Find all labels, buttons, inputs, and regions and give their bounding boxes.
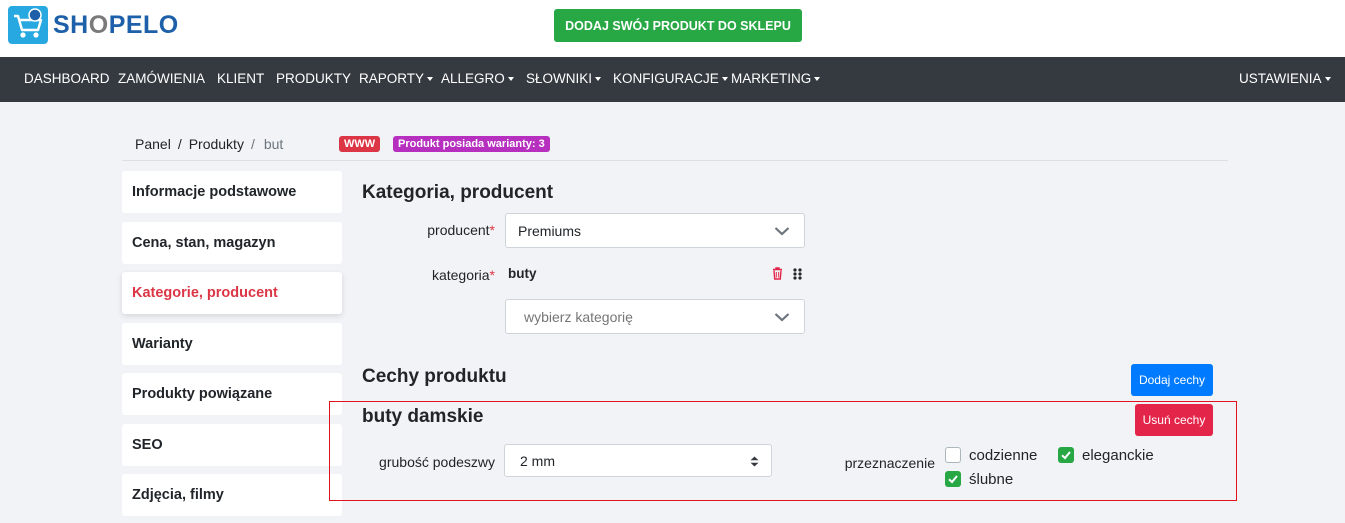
header-divider xyxy=(122,160,1228,161)
nav-allegro[interactable]: ALLEGRO xyxy=(441,71,514,86)
chevron-down-icon xyxy=(774,226,790,235)
sidebar-item-basic-info[interactable]: Informacje podstawowe xyxy=(122,171,342,213)
check-icon xyxy=(1061,451,1071,460)
add-product-button[interactable]: DODAJ SWÓJ PRODUKT DO SKLEPU xyxy=(554,9,802,42)
sidebar-item-label: SEO xyxy=(132,437,163,453)
nav-dictionaries[interactable]: SŁOWNIKI xyxy=(526,71,602,86)
sole-thickness-value: 2 mm xyxy=(520,452,555,469)
caret-down-icon xyxy=(427,77,434,82)
checkbox-elegant-label[interactable]: eleganckie xyxy=(1082,447,1154,464)
nav-settings[interactable]: USTAWIENIA xyxy=(1239,71,1331,86)
checkbox-daily-label[interactable]: codzienne xyxy=(969,447,1037,464)
caret-down-icon xyxy=(507,77,514,82)
sidebar-item-categories[interactable]: Kategorie, producent xyxy=(122,272,342,314)
sidebar-item-label: Warianty xyxy=(132,336,193,352)
required-mark: * xyxy=(489,222,495,238)
caret-down-icon xyxy=(1324,77,1331,82)
features-title: Cechy produktu xyxy=(362,366,507,387)
breadcrumb: Panel / Produkty / but xyxy=(135,136,283,152)
sidebar-item-label: Produkty powiązane xyxy=(132,386,273,402)
caret-down-icon xyxy=(721,77,728,82)
category-label: kategoria* xyxy=(431,267,495,283)
breadcrumb-current: but xyxy=(263,136,284,152)
shopelo-logo[interactable]: SHOPELO xyxy=(8,6,179,44)
sidebar-item-label: Cena, stan, magazyn xyxy=(132,235,276,251)
producer-label: producent* xyxy=(427,222,495,238)
nav-configurations[interactable]: KONFIGURACJE xyxy=(613,71,728,86)
nav-marketing[interactable]: MARKETING xyxy=(731,71,821,86)
check-icon xyxy=(948,475,958,484)
checkbox-elegant[interactable] xyxy=(1058,447,1074,463)
category-placeholder: wybierz kategorię xyxy=(524,308,633,325)
checkbox-wedding-label[interactable]: ślubne xyxy=(969,471,1013,488)
variants-badge: Produkt posiada warianty: 3 xyxy=(393,136,550,152)
checkbox-wedding[interactable] xyxy=(945,471,961,487)
sidebar-item-media[interactable]: Zdjęcia, filmy xyxy=(122,474,342,516)
purpose-label: przeznaczenie xyxy=(844,455,935,471)
category-select[interactable]: wybierz kategorię xyxy=(505,299,805,334)
chevron-down-icon xyxy=(774,312,790,321)
nav-dashboard[interactable]: DASHBOARD xyxy=(24,71,110,86)
breadcrumb-panel[interactable]: Panel xyxy=(135,136,171,152)
cart-icon xyxy=(8,6,48,44)
breadcrumb-products[interactable]: Produkty xyxy=(189,136,244,152)
sidebar-item-seo[interactable]: SEO xyxy=(122,424,342,466)
select-arrows-icon xyxy=(750,456,759,467)
caret-down-icon xyxy=(595,77,602,82)
checkbox-daily[interactable] xyxy=(945,447,961,463)
remove-features-button[interactable]: Usuń cechy xyxy=(1135,404,1213,436)
nav-orders[interactable]: ZAMÓWIENIA xyxy=(118,71,205,86)
drag-handle-icon[interactable] xyxy=(793,268,802,280)
selected-category: buty xyxy=(508,266,537,281)
section-title: Kategoria, producent xyxy=(362,182,554,203)
sidebar-item-label: Informacje podstawowe xyxy=(132,184,297,200)
sole-thickness-label: grubość podeszwy xyxy=(379,454,495,470)
nav-products[interactable]: PRODUKTY xyxy=(276,71,351,86)
sidebar-item-label: Zdjęcia, filmy xyxy=(132,487,224,503)
www-badge: WWW xyxy=(339,136,381,152)
logo-text: SHOPELO xyxy=(53,10,179,39)
producer-value: Premiums xyxy=(518,222,582,239)
breadcrumb-separator: / xyxy=(250,136,255,152)
nav-reports[interactable]: RAPORTY xyxy=(359,71,434,86)
sole-thickness-select[interactable]: 2 mm xyxy=(504,444,772,477)
sidebar-item-related[interactable]: Produkty powiązane xyxy=(122,373,342,415)
breadcrumb-separator: / xyxy=(177,136,182,152)
feature-group-title: buty damskie xyxy=(362,406,484,427)
nav-client[interactable]: KLIENT xyxy=(217,71,264,86)
producer-select[interactable]: Premiums xyxy=(505,213,805,248)
trash-icon[interactable] xyxy=(772,267,783,280)
required-mark: * xyxy=(489,267,495,283)
main-navbar: DASHBOARD ZAMÓWIENIA KLIENT PRODUKTY RAP… xyxy=(0,57,1345,102)
sidebar-item-label: Kategorie, producent xyxy=(132,285,278,301)
add-features-button[interactable]: Dodaj cechy xyxy=(1131,364,1213,396)
top-header: SHOPELO DODAJ SWÓJ PRODUKT DO SKLEPU xyxy=(0,0,1345,57)
sidebar-item-variants[interactable]: Warianty xyxy=(122,323,342,365)
caret-down-icon xyxy=(814,77,821,82)
sidebar-item-price-stock[interactable]: Cena, stan, magazyn xyxy=(122,222,342,264)
